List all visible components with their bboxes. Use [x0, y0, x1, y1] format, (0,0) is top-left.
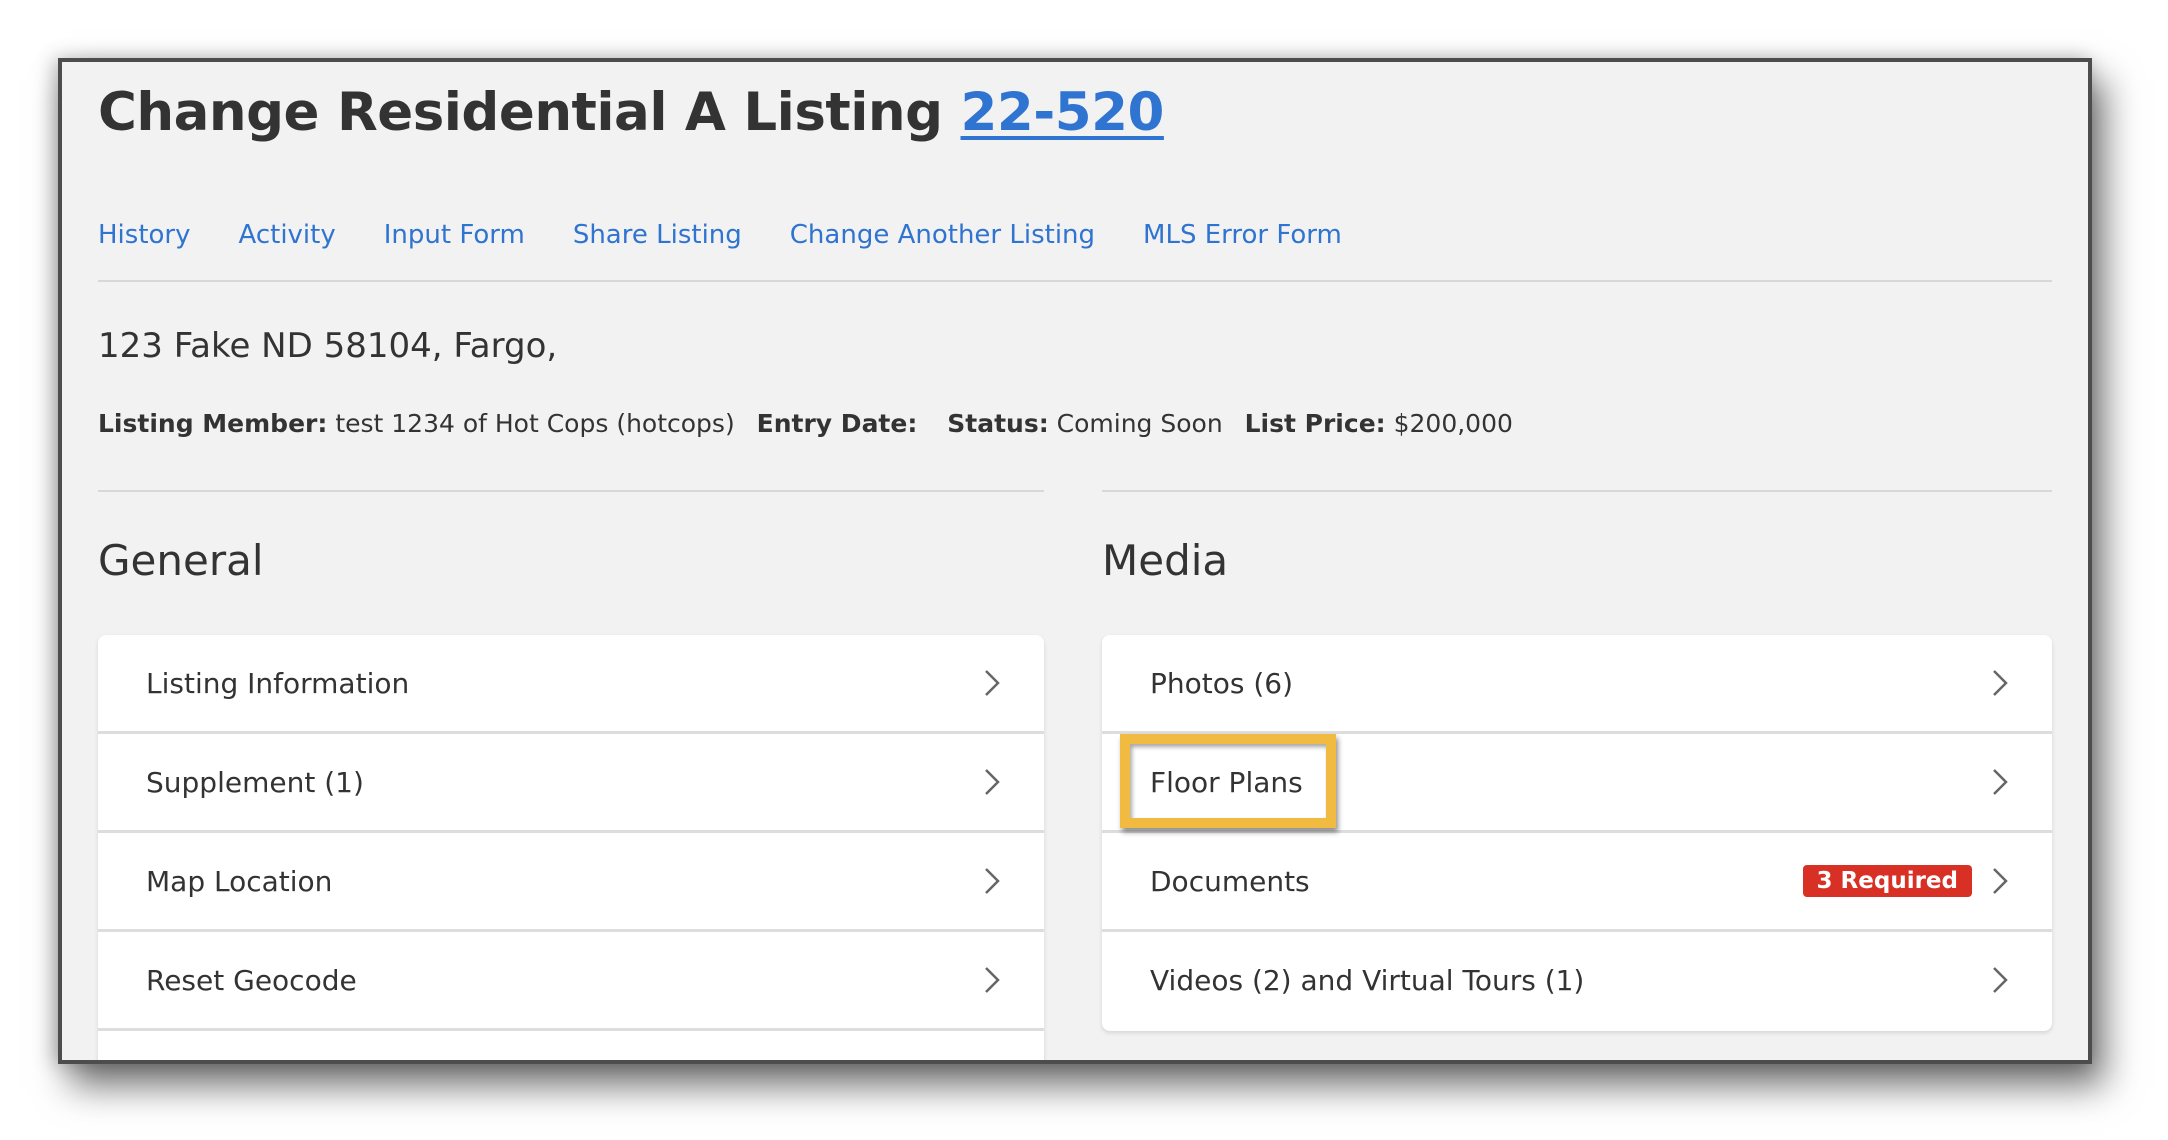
- page-title: Change Residential A Listing 22-520: [98, 82, 1164, 143]
- media-divider: [1102, 490, 2052, 492]
- reset-geocode-item[interactable]: Reset Geocode: [98, 932, 1044, 1031]
- listing-meta: Listing Member: test 1234 of Hot Cops (h…: [98, 409, 1513, 438]
- media-card: Photos (6) Floor Plans Documents 3 Requi…: [1102, 635, 2052, 1031]
- general-section-title: General: [98, 536, 264, 585]
- chevron-right-icon: [985, 967, 1000, 993]
- general-card: Listing Information Supplement (1) Map L…: [98, 635, 1044, 1060]
- listing-member-label: Listing Member:: [98, 409, 328, 438]
- listing-member-value: test 1234 of Hot Cops (hotcops): [335, 409, 735, 438]
- item-label: Documents: [1150, 864, 1310, 898]
- listing-id-link[interactable]: 22-520: [961, 82, 1165, 143]
- share-listing-link[interactable]: Share Listing: [573, 220, 742, 250]
- chevron-right-icon: [985, 868, 1000, 894]
- listing-nav: History Activity Input Form Share Listin…: [98, 220, 1342, 250]
- status-label: Status:: [947, 409, 1049, 438]
- status-value: Coming Soon: [1056, 409, 1223, 438]
- documents-item[interactable]: Documents 3 Required: [1102, 833, 2052, 932]
- videos-virtual-tours-item[interactable]: Videos (2) and Virtual Tours (1): [1102, 932, 2052, 1028]
- history-link[interactable]: History: [98, 220, 191, 250]
- item-label: Supplement (1): [146, 765, 364, 799]
- nav-divider: [98, 280, 2052, 282]
- chevron-right-icon: [1993, 868, 2008, 894]
- chevron-right-icon: [1993, 967, 2008, 993]
- page-title-text: Change Residential A Listing: [98, 82, 943, 143]
- change-another-listing-link[interactable]: Change Another Listing: [790, 220, 1095, 250]
- listing-address: 123 Fake ND 58104, Fargo,: [98, 326, 558, 366]
- general-divider: [98, 490, 1044, 492]
- entry-date-label: Entry Date:: [756, 409, 918, 438]
- activity-link[interactable]: Activity: [239, 220, 336, 250]
- cut-off-item[interactable]: [98, 1031, 1044, 1060]
- mls-error-form-link[interactable]: MLS Error Form: [1143, 220, 1342, 250]
- floor-plans-item[interactable]: Floor Plans: [1102, 734, 2052, 833]
- chevron-right-icon: [985, 769, 1000, 795]
- item-label: Floor Plans: [1150, 765, 1303, 799]
- map-location-item[interactable]: Map Location: [98, 833, 1044, 932]
- item-label: Photos (6): [1150, 666, 1294, 700]
- item-label: Map Location: [146, 864, 333, 898]
- supplement-item[interactable]: Supplement (1): [98, 734, 1044, 833]
- chevron-right-icon: [985, 670, 1000, 696]
- item-label: Videos (2) and Virtual Tours (1): [1150, 963, 1585, 997]
- media-section-title: Media: [1102, 536, 1229, 585]
- input-form-link[interactable]: Input Form: [384, 220, 525, 250]
- app-window: Change Residential A Listing 22-520 Hist…: [58, 58, 2092, 1064]
- chevron-right-icon: [1993, 670, 2008, 696]
- required-badge: 3 Required: [1802, 865, 1972, 897]
- item-label: Reset Geocode: [146, 963, 357, 997]
- list-price-label: List Price:: [1244, 409, 1386, 438]
- listing-information-item[interactable]: Listing Information: [98, 635, 1044, 734]
- item-label: Listing Information: [146, 666, 410, 700]
- list-price-value: $200,000: [1393, 409, 1513, 438]
- photos-item[interactable]: Photos (6): [1102, 635, 2052, 734]
- chevron-right-icon: [1993, 769, 2008, 795]
